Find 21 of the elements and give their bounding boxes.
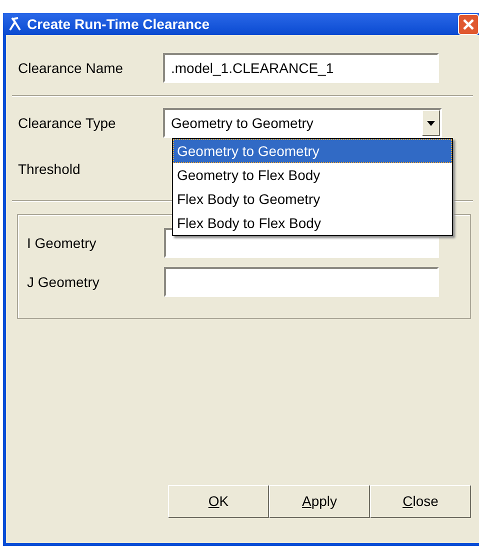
dropdown-option[interactable]: Flex Body to Geometry — [173, 187, 452, 211]
window-title: Create Run-Time Clearance — [27, 14, 210, 34]
field-label: J Geometry — [26, 272, 100, 292]
dialog-button[interactable]: OK — [168, 485, 269, 518]
close-icon — [462, 18, 475, 30]
dropdown-option[interactable]: Flex Body to Flex Body — [173, 211, 452, 235]
dropdown-option[interactable]: Geometry to Geometry — [173, 139, 452, 163]
compass-icon — [7, 16, 23, 32]
field-label: I Geometry — [26, 234, 98, 253]
field-label: Clearance Type — [17, 114, 117, 133]
dropdown-field[interactable]: Geometry to Geometry — [163, 108, 442, 138]
dialog-button[interactable]: Apply — [269, 485, 370, 518]
close-button[interactable] — [458, 14, 479, 34]
dropdown-button[interactable] — [422, 110, 440, 136]
field-label: Clearance Name — [17, 58, 124, 78]
text-field[interactable]: .model_1.CLEARANCE_1 — [163, 53, 439, 83]
threshold-label: Threshold — [17, 160, 82, 178]
caret-icon — [427, 120, 435, 126]
dialog-button[interactable]: Close — [370, 485, 471, 518]
text-field[interactable] — [164, 267, 439, 297]
dropdown-option[interactable]: Geometry to Flex Body — [173, 163, 452, 187]
